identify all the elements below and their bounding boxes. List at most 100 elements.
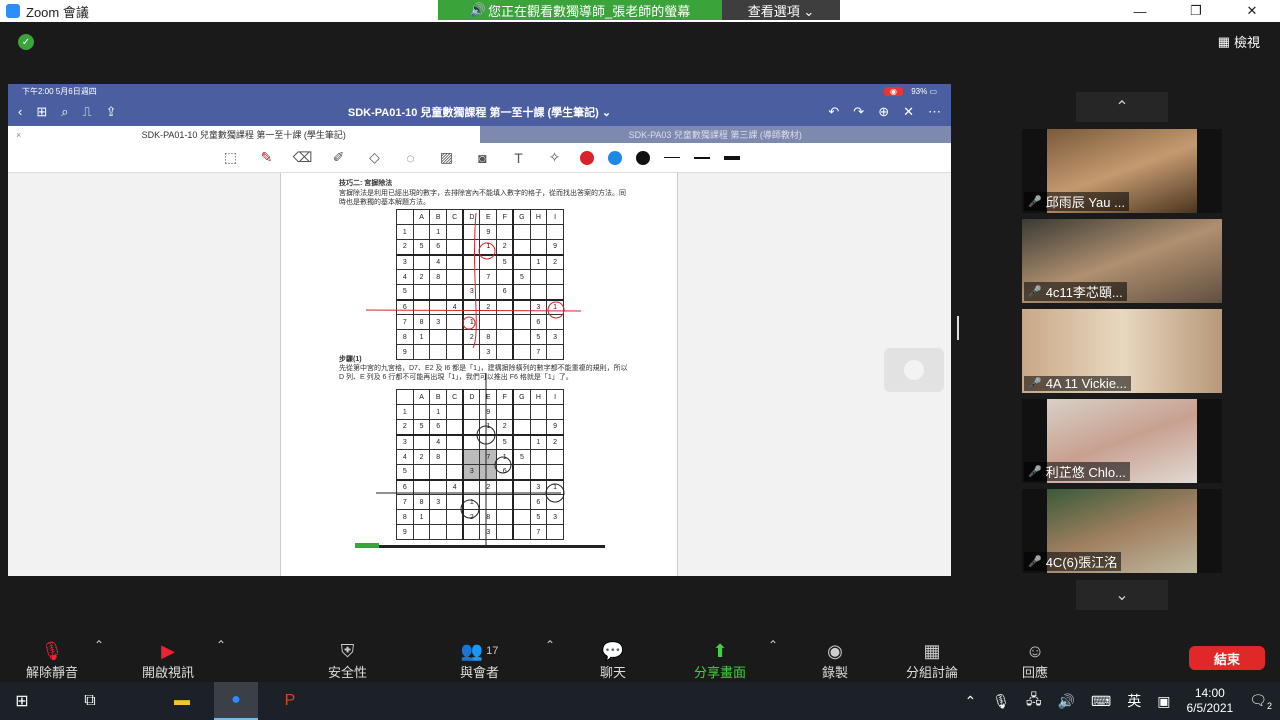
windows-taskbar: ⊞ ⧉ ▬ ● P ⌃ 🎙 🖧 🔊 ⌨ 英 ▣ 14:00 6/5/2021 🗨… [0, 682, 1280, 720]
chat-button[interactable]: 💬 聊天 [600, 640, 626, 681]
video-off-icon: ▶ [161, 640, 175, 661]
video-options-caret[interactable]: ⌃ [216, 638, 226, 652]
smiley-icon: ☺ [1025, 640, 1045, 661]
undo-icon[interactable]: ↶ [828, 104, 839, 120]
eraser-icon[interactable]: ⌫ [292, 147, 314, 169]
ipad-nav-bar: ‹ ⊞ ⌕ ⎍ ⇪ SDK-PA01-10 兒童數獨課程 第一至十課 (學生筆記… [8, 98, 951, 126]
network-icon[interactable]: 🖧 [1026, 689, 1042, 713]
volume-icon[interactable]: 🔊 [1058, 693, 1075, 710]
color-black-swatch[interactable] [635, 150, 650, 165]
zoom-logo-icon [6, 4, 20, 18]
gallery-up-arrow[interactable]: ⌃ [1076, 92, 1168, 122]
lasso-select-icon[interactable]: ⬚ [220, 147, 242, 169]
stroke-thin[interactable] [663, 157, 680, 158]
clock[interactable]: 14:00 6/5/2021 [1186, 686, 1233, 716]
lasso-icon[interactable]: ◌ [400, 147, 422, 169]
participant-tile[interactable]: 🎤 利芷悠 Chlo... [1022, 399, 1222, 483]
thumbnails-icon[interactable]: ⊞ [36, 104, 47, 120]
laser-icon[interactable]: ✧ [544, 147, 566, 169]
share-options-caret[interactable]: ⌃ [768, 638, 778, 652]
end-meeting-button[interactable]: 結束 [1189, 646, 1265, 670]
task-view-icon[interactable]: ⧉ [68, 682, 112, 720]
stroke-medium[interactable] [693, 156, 710, 159]
participant-tile[interactable]: 🎤 邱雨辰 Yau ... [1022, 129, 1222, 213]
participants-icon: 👥 17 [461, 640, 499, 662]
participants-button[interactable]: 👥 17 與會者 [460, 640, 499, 681]
system-tray: ⌃ 🎙 🖧 🔊 ⌨ 英 ▣ 14:00 6/5/2021 🗨2 [964, 682, 1272, 720]
file-explorer-icon[interactable]: ▬ [160, 682, 204, 720]
gallery-down-arrow[interactable]: ⌄ [1076, 580, 1168, 610]
microphone-icon[interactable]: 🎙 [992, 693, 1010, 710]
share-status-text: 🔊 您正在觀看數獨導師_張老師的螢幕 [438, 0, 722, 20]
participant-tile[interactable]: 🎤 4A 11 Vickie... [1022, 309, 1222, 393]
minimize-button[interactable]: — [1112, 0, 1168, 22]
color-red-swatch[interactable] [579, 150, 594, 165]
image-icon[interactable]: ▨ [436, 147, 458, 169]
annotation-toolbar: ⬚ ✎ ⌫ ✐ ◇ ◌ ▨ ◙ T ✧ [8, 143, 951, 173]
ime-mode-icon[interactable]: ▣ [1157, 693, 1170, 710]
start-video-button[interactable]: ▶ 開啟視訊 [142, 640, 194, 681]
record-button[interactable]: ◉ 錄製 [822, 640, 848, 681]
document-canvas: 技巧二: 宮摒除法 宮摒除法是利用已經出現的數字，去排除宮內不能填入數字的格子，… [8, 173, 951, 576]
back-icon[interactable]: ‹ [18, 104, 22, 120]
close-doc-icon[interactable]: ✕ [903, 104, 914, 120]
share-screen-icon: ⬆ [712, 640, 728, 661]
close-tab-icon[interactable]: × [16, 130, 21, 140]
stroke-thick[interactable] [723, 155, 740, 160]
window-title: Zoom 會議 [26, 4, 89, 20]
zoom-taskbar-icon[interactable]: ● [214, 682, 258, 720]
encryption-shield-icon[interactable]: ✓ [18, 34, 34, 50]
participants-options-caret[interactable]: ⌃ [545, 638, 555, 652]
tab-student-notes[interactable]: × SDK-PA01-10 兒童數獨課程 第一至十課 (學生筆記) [8, 126, 480, 143]
share-screen-button[interactable]: ⬆ 分享畫面 [694, 640, 746, 681]
close-button[interactable]: ✕ [1224, 0, 1280, 22]
add-page-icon[interactable]: ⊕ [878, 104, 889, 120]
pen-icon[interactable]: ✎ [256, 147, 278, 169]
camera-icon[interactable]: ◙ [472, 147, 494, 169]
text-tool-icon[interactable]: T [508, 147, 530, 169]
floating-share-control[interactable] [884, 348, 944, 392]
grid-icon: ▦ [1217, 33, 1230, 49]
mic-muted-icon: 🎤 [1028, 378, 1042, 390]
view-options-button[interactable]: 查看選項 ⌄ [722, 0, 840, 20]
powerpoint-icon[interactable]: P [268, 682, 312, 720]
more-icon[interactable]: ⋯ [928, 104, 941, 120]
reactions-button[interactable]: ☺ 回應 [1022, 640, 1048, 681]
security-button[interactable]: ⛨ 安全性 [328, 640, 367, 681]
share-icon[interactable]: ⇪ [106, 104, 117, 120]
speaker-icon: 🔊 [469, 2, 486, 17]
panel-resize-handle[interactable] [957, 316, 959, 340]
participants-count: 17 [486, 645, 499, 657]
mic-muted-icon: 🎤 [1028, 286, 1042, 298]
people-icon: 👥 [460, 640, 484, 661]
keyboard-icon[interactable]: ⌨ [1091, 693, 1111, 710]
ipad-status-bar: 下午2:00 5月6日週四 ◉ 93% ▭ [8, 84, 951, 98]
bookmark-icon[interactable]: ⎍ [83, 104, 92, 120]
shared-screen: 下午2:00 5月6日週四 ◉ 93% ▭ ‹ ⊞ ⌕ ⎍ ⇪ SDK-PA01… [8, 84, 951, 576]
record-icon: ◉ [883, 86, 903, 96]
ime-indicator[interactable]: 英 [1127, 691, 1141, 711]
color-blue-swatch[interactable] [607, 150, 622, 165]
highlighter-icon[interactable]: ✐ [328, 147, 350, 169]
mic-muted-icon: 🎤 [1028, 466, 1042, 478]
ipad-battery: ◉ 93% ▭ [883, 86, 937, 96]
tray-overflow-icon[interactable]: ⌃ [964, 693, 976, 710]
notifications-icon[interactable]: 🗨2 [1249, 692, 1272, 711]
maximize-button[interactable]: ❐ [1168, 0, 1224, 22]
mic-muted-icon: 🎤 [1028, 556, 1042, 568]
windows-start-icon[interactable]: ⊞ [0, 682, 44, 720]
meeting-toolbar: 🎙 解除靜音 ⌃ ▶ 開啟視訊 ⌃ ⛨ 安全性 👥 17 與會者 ⌃ 💬 聊天 … [0, 634, 1280, 682]
breakout-rooms-button[interactable]: ▦ 分組討論 [906, 640, 958, 681]
redo-icon[interactable]: ↷ [853, 104, 864, 120]
unmute-button[interactable]: 🎙 解除靜音 [26, 640, 78, 681]
shapes-icon[interactable]: ◇ [364, 147, 386, 169]
participant-tile[interactable]: 🎤 4c11李芯頤... [1022, 219, 1222, 303]
audio-options-caret[interactable]: ⌃ [94, 638, 104, 652]
view-button[interactable]: ▦ 檢視 [1218, 32, 1260, 51]
search-icon[interactable]: ⌕ [61, 104, 68, 120]
participant-tile[interactable]: 🎤 4C(6)張江洺 [1022, 489, 1222, 573]
document-title[interactable]: SDK-PA01-10 兒童數獨課程 第一至十課 (學生筆記) ⌄ [8, 104, 951, 120]
mic-off-icon: 🎙 [40, 640, 64, 661]
tab-teacher-material[interactable]: SDK-PA03 兒童數獨課程 第三課 (導師教材) [479, 126, 951, 143]
mic-muted-icon: 🎤 [1028, 196, 1042, 208]
